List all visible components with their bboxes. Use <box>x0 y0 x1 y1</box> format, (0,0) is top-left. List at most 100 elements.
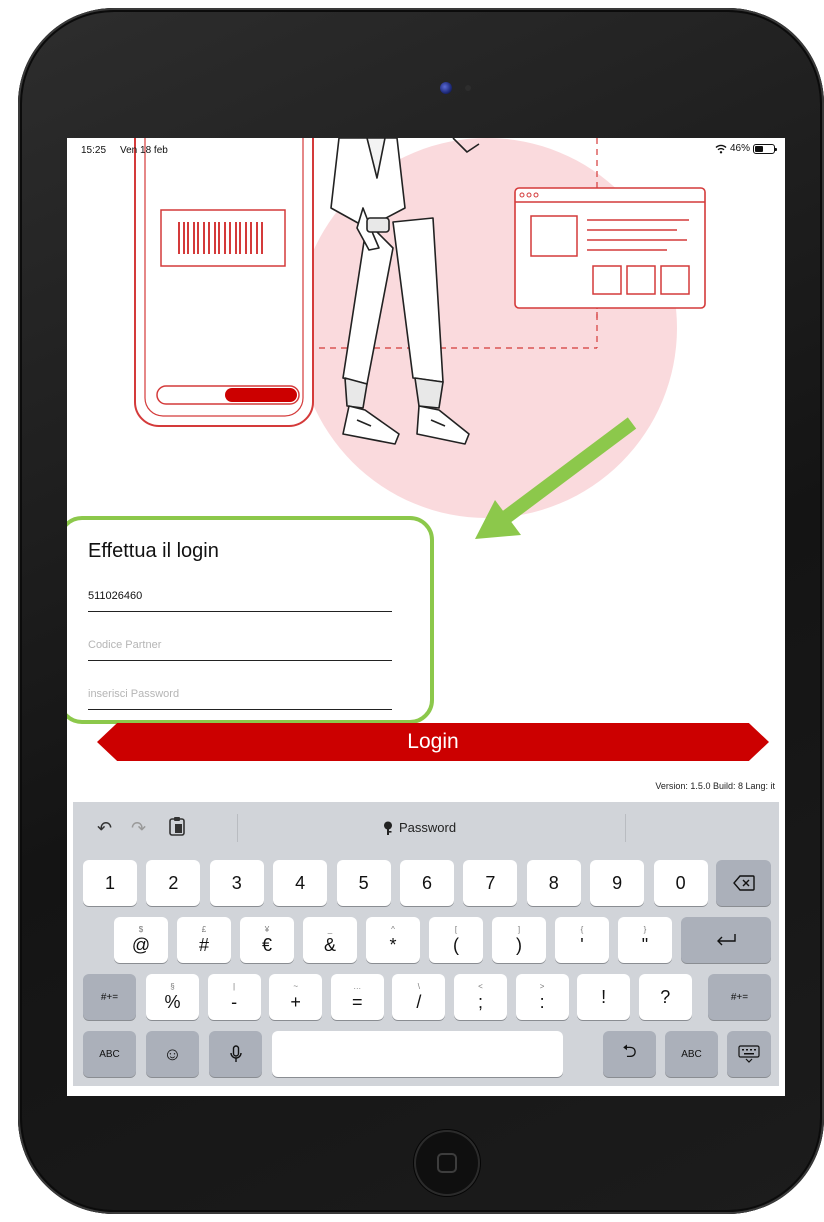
key-secondary-label: } <box>643 925 647 934</box>
key-label: : <box>539 992 545 1012</box>
digit-key[interactable]: 2 <box>146 860 201 906</box>
login-button[interactable]: Login <box>97 723 769 761</box>
more-symbols-key-right[interactable]: #+= <box>708 974 771 1020</box>
key-label: 3 <box>231 872 242 893</box>
emoji-icon: ☺ <box>163 1043 182 1064</box>
key-label: ; <box>477 992 483 1012</box>
status-date: Ven 18 feb <box>120 145 168 156</box>
home-button[interactable] <box>414 1130 480 1196</box>
status-bar: 15:25 Ven 18 feb 46% <box>67 138 785 160</box>
space-key[interactable] <box>272 1031 563 1077</box>
symbol-key[interactable]: ]) <box>492 917 546 963</box>
redo-icon[interactable]: ↷ <box>131 818 146 839</box>
punctuation-key[interactable]: ? <box>638 974 692 1020</box>
dismiss-keyboard-key[interactable] <box>727 1031 771 1077</box>
light-sensor <box>465 85 471 91</box>
punctuation-key[interactable]: >: <box>515 974 569 1020</box>
symbol-key[interactable]: _ & <box>303 917 357 963</box>
dictation-key[interactable] <box>209 1031 262 1077</box>
punctuation-key[interactable]: ! <box>577 974 631 1020</box>
partner-code-field[interactable]: Codice Partner <box>88 625 392 661</box>
username-value: 511026460 <box>88 590 143 602</box>
key-label: - <box>231 992 238 1012</box>
key-label: % <box>164 992 181 1012</box>
front-camera-icon <box>440 82 452 94</box>
digit-key[interactable]: 4 <box>273 860 328 906</box>
symbol-key[interactable]: £ # <box>177 917 231 963</box>
battery-percent: 46% <box>729 143 750 154</box>
status-right: 46% <box>715 143 777 154</box>
password-field[interactable]: inserisci Password <box>88 674 392 710</box>
paste-icon[interactable] <box>169 816 185 836</box>
abc-key-right[interactable]: ABC <box>665 1031 718 1077</box>
abc-key-left[interactable]: ABC <box>83 1031 136 1077</box>
key-secondary-label: … <box>353 982 362 991</box>
symbol-key[interactable]: } " <box>618 917 672 963</box>
digit-key[interactable]: 9 <box>590 860 645 906</box>
digit-key[interactable]: 7 <box>463 860 518 906</box>
key-label: ? <box>660 987 671 1007</box>
undo-icon[interactable]: ↶ <box>97 818 112 839</box>
undo-icon: ⮌ <box>622 1041 637 1061</box>
key-label: 2 <box>168 872 179 893</box>
emoji-key[interactable]: ☺ <box>146 1031 199 1077</box>
symbol-key[interactable]: [( <box>429 917 483 963</box>
undo-key[interactable]: ⮌ <box>603 1031 656 1077</box>
key-label: 1 <box>104 872 115 893</box>
wifi-icon <box>715 144 727 153</box>
key-label: & <box>323 935 336 955</box>
keyboard-toolbar: ↶ ↷ Password <box>73 802 779 854</box>
symbol-key[interactable]: ^ * <box>366 917 420 963</box>
key-secondary-label: \ <box>417 982 420 991</box>
key-label: 7 <box>485 872 496 893</box>
symbol-key[interactable]: $ @ <box>114 917 168 963</box>
punctuation-key[interactable]: §% <box>146 974 199 1020</box>
key-label: 0 <box>675 872 686 893</box>
key-label: @ <box>131 935 151 955</box>
symbol-key[interactable]: ¥ € <box>240 917 294 963</box>
toolbar-separator <box>625 814 626 842</box>
login-title: Effettua il login <box>88 540 219 562</box>
hero-illustration <box>134 138 706 518</box>
key-secondary-label: § <box>170 982 175 991</box>
digit-key[interactable]: 6 <box>400 860 454 906</box>
digit-key[interactable]: 5 <box>336 860 391 906</box>
return-icon <box>717 934 736 946</box>
digit-key[interactable]: 0 <box>653 860 708 906</box>
punctuation-key[interactable]: ~ + <box>269 974 323 1020</box>
more-symbols-key-left[interactable]: #+= <box>83 974 136 1020</box>
key-secondary-label: > <box>539 982 545 991</box>
status-time: 15:25 <box>81 145 107 156</box>
app-screen: 15:25 Ven 18 feb 46% Effettua il login 5… <box>67 138 785 1096</box>
punctuation-key[interactable]: \ / <box>392 974 446 1020</box>
key-label: + <box>290 992 301 1012</box>
partner-code-placeholder: Codice Partner <box>88 639 162 651</box>
key-label: = <box>352 992 363 1012</box>
digit-key[interactable]: 3 <box>209 860 264 906</box>
abc-label: ABC <box>681 1048 702 1060</box>
digit-key[interactable]: 1 <box>83 860 137 906</box>
punctuation-key[interactable]: | - <box>207 974 261 1020</box>
key-secondary-label: ^ <box>391 925 395 934</box>
digit-key[interactable]: 8 <box>526 860 581 906</box>
key-secondary-label: ] <box>517 925 521 934</box>
onscreen-keyboard: ↶ ↷ Password 1 2 3 4 5 6 7 89 0 $ @ £ # ¥ € _ & … <box>73 802 779 1086</box>
symbol-key[interactable]: {' <box>555 917 609 963</box>
backspace-key[interactable] <box>716 860 771 906</box>
username-field[interactable]: 511026460 <box>88 576 392 612</box>
punctuation-key[interactable]: … = <box>330 974 384 1020</box>
delete-icon <box>732 875 755 891</box>
key-label: / <box>416 992 422 1012</box>
password-suggestion[interactable]: Password <box>383 820 456 835</box>
abc-label: ABC <box>99 1048 120 1060</box>
punctuation-key[interactable]: <; <box>454 974 507 1020</box>
password-suggestion-label: Password <box>399 820 457 835</box>
key-secondary-label: | <box>233 982 236 991</box>
key-secondary-label: { <box>580 925 584 934</box>
key-label: # <box>198 935 209 955</box>
battery-icon <box>753 143 777 154</box>
toolbar-separator <box>237 814 238 842</box>
microphone-icon <box>229 1045 242 1062</box>
return-key[interactable] <box>681 917 771 963</box>
key-label: 5 <box>358 872 369 893</box>
